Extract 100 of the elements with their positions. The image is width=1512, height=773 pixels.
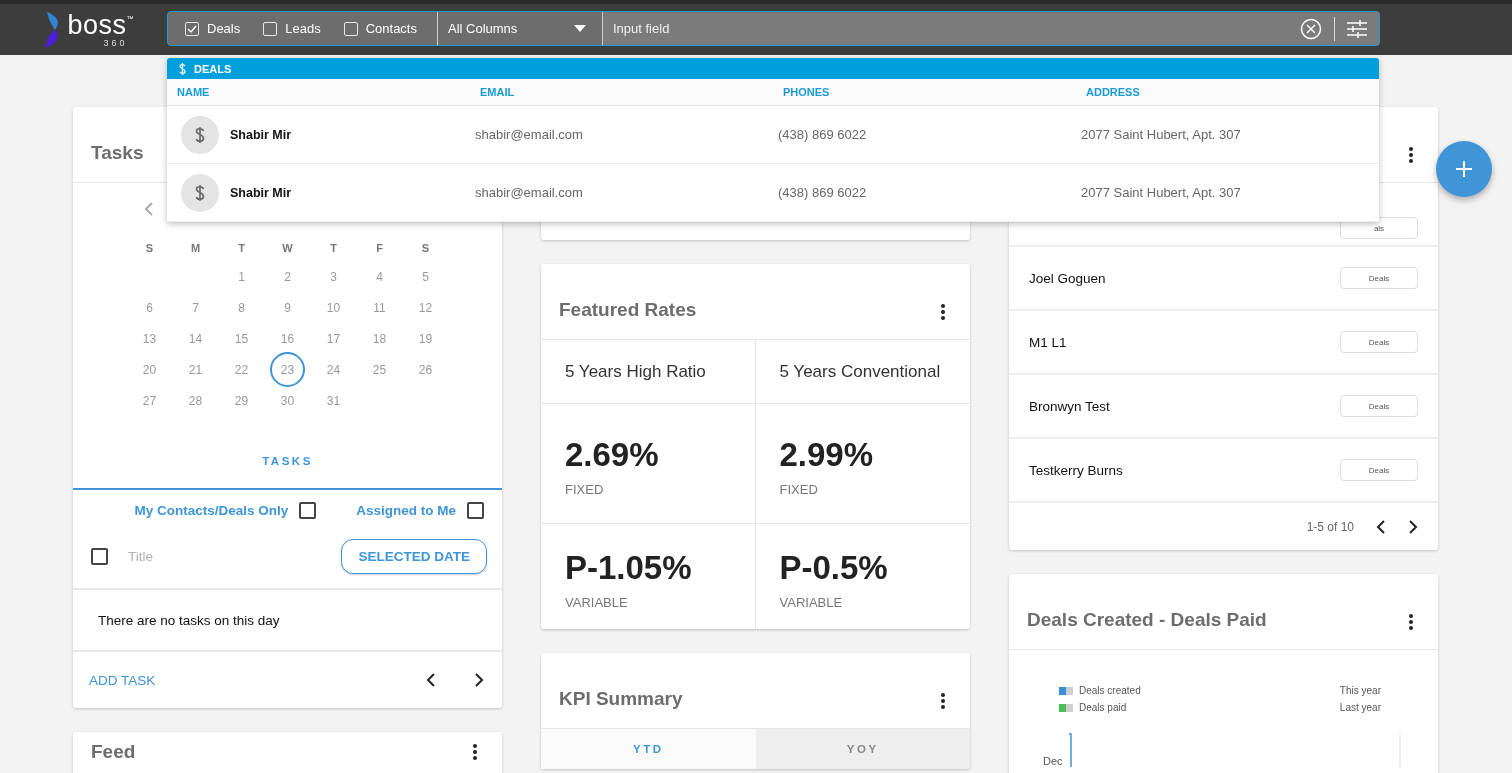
card-title: Featured Rates [559, 299, 697, 321]
filter-label[interactable]: Deals [207, 21, 241, 36]
table-cell: shabir@email.com [470, 106, 773, 164]
column-header: ADDRESS [1076, 79, 1379, 106]
dollar-avatar-icon [181, 115, 219, 154]
add-task-link[interactable]: ADD TASK [89, 672, 388, 688]
dollar-avatar-icon [181, 173, 219, 212]
calendar-day[interactable]: 24 [318, 354, 349, 385]
more-icon[interactable] [1408, 146, 1414, 164]
page-info: 1-5 of 10 [1306, 519, 1354, 534]
product-name: 5 Years Conventional [779, 361, 942, 382]
more-icon[interactable] [940, 303, 946, 321]
legend-label: This year [1339, 685, 1381, 696]
tasks-tab[interactable]: TASKS [262, 455, 313, 467]
calendar-day[interactable]: 21 [180, 354, 211, 385]
calendar-day[interactable]: 14 [180, 323, 211, 354]
calendar-day[interactable]: 13 [134, 323, 165, 354]
tag: Deals [1340, 267, 1418, 289]
card-title: Deals Created - Deals Paid [1027, 609, 1267, 631]
result-name-cell[interactable]: Shabir Mir [167, 106, 470, 164]
checkbox[interactable] [91, 547, 108, 565]
add-button[interactable] [1436, 141, 1492, 197]
calendar-day[interactable]: 1 [226, 261, 257, 292]
period-tab[interactable]: YOY [755, 729, 970, 769]
checkbox[interactable] [299, 501, 317, 519]
next-icon[interactable] [474, 672, 484, 688]
dollar-icon [179, 62, 186, 75]
calendar-day[interactable]: 6 [134, 292, 165, 323]
calendar-day[interactable]: 5 [410, 261, 441, 292]
calendar-day[interactable]: 7 [180, 292, 211, 323]
calendar-day[interactable]: 22 [226, 354, 257, 385]
weekday-label: T [330, 241, 337, 256]
weekday-label: F [376, 241, 383, 256]
previous-icon[interactable] [426, 672, 436, 688]
brand-subtitle: 360 [103, 38, 128, 48]
brand-name: boss [67, 11, 127, 39]
calendar-day[interactable]: 25 [364, 354, 395, 385]
next-page-icon[interactable] [1408, 518, 1418, 535]
product-name: 5 Years High Ratio [565, 361, 707, 382]
contact-name[interactable]: M1 L1 [1029, 334, 1067, 350]
period-tab[interactable]: YTD [541, 729, 756, 769]
column-select[interactable]: All Columns [438, 12, 602, 45]
calendar-day[interactable]: 12 [410, 292, 441, 323]
more-icon[interactable] [1408, 613, 1414, 631]
weekday-label: T [238, 241, 245, 256]
rate-type: VARIABLE [565, 595, 629, 610]
more-icon[interactable] [940, 692, 946, 710]
calendar-day[interactable]: 15 [226, 323, 257, 354]
checkbox[interactable] [467, 501, 484, 519]
card-title: Tasks [91, 142, 144, 164]
filter-label[interactable]: Contacts [365, 21, 417, 36]
axis-label: Dec [1043, 755, 1063, 767]
clear-icon[interactable] [1300, 17, 1322, 40]
calendar-day[interactable]: 11 [364, 292, 395, 323]
filter-settings-icon[interactable] [1347, 19, 1367, 38]
column-header: EMAIL [470, 79, 773, 106]
weekday-label: M [190, 241, 201, 256]
rate-value: 2.99% [779, 436, 875, 474]
calendar-day[interactable]: 28 [180, 385, 211, 416]
calendar-day[interactable]: 27 [134, 385, 165, 416]
more-icon[interactable] [472, 743, 478, 761]
calendar-day[interactable]: 17 [318, 323, 349, 354]
calendar-day[interactable]: 29 [226, 385, 257, 416]
calendar-day[interactable]: 18 [364, 323, 395, 354]
rate-type: VARIABLE [779, 595, 844, 610]
calendar-day[interactable]: 2 [272, 261, 303, 292]
weekday-label: W [282, 241, 293, 256]
search-field[interactable]: Input field [603, 12, 1288, 45]
legend-label: Deals paid [1079, 702, 1127, 713]
calendar-day[interactable]: 23 [270, 352, 305, 387]
rate-type: FIXED [565, 482, 605, 497]
tag: Deals [1340, 331, 1418, 353]
tag: Deals [1340, 459, 1418, 481]
calendar-day[interactable]: 3 [318, 261, 349, 292]
calendar-day[interactable]: 26 [410, 354, 441, 385]
rate-value: P-0.5% [779, 549, 889, 587]
calendar-day[interactable]: 19 [410, 323, 441, 354]
calendar-day[interactable]: 10 [318, 292, 349, 323]
filter-label[interactable]: Leads [285, 21, 321, 36]
calendar-day[interactable]: 4 [364, 261, 395, 292]
contact-name[interactable]: Bronwyn Test [1029, 398, 1110, 414]
calendar-day[interactable]: 9 [272, 292, 303, 323]
previous-page-icon[interactable] [1376, 518, 1386, 535]
selected-date-button[interactable]: SELECTED DATE [341, 538, 487, 574]
calendar-day[interactable]: 30 [272, 385, 303, 416]
calendar-day[interactable]: 8 [226, 292, 257, 323]
weekday-label: S [145, 241, 154, 256]
empty-message: There are no tasks on this day [98, 612, 280, 628]
filter-label[interactable]: My Contacts/Deals Only [134, 502, 289, 518]
rate-value: 2.69% [565, 436, 660, 474]
calendar-day[interactable]: 31 [318, 385, 349, 416]
calendar-day[interactable]: 20 [134, 354, 165, 385]
filter-label[interactable]: Assigned to Me [356, 502, 456, 518]
tag: Deals [1340, 395, 1418, 417]
plus-icon [1455, 160, 1473, 178]
contact-name[interactable]: Testkerry Burns [1029, 462, 1123, 478]
column-header: Title [128, 548, 154, 564]
contact-name[interactable]: Joel Goguen [1029, 270, 1106, 286]
calendar-day[interactable]: 16 [272, 323, 303, 354]
results-group-title: DEALS [194, 62, 232, 75]
